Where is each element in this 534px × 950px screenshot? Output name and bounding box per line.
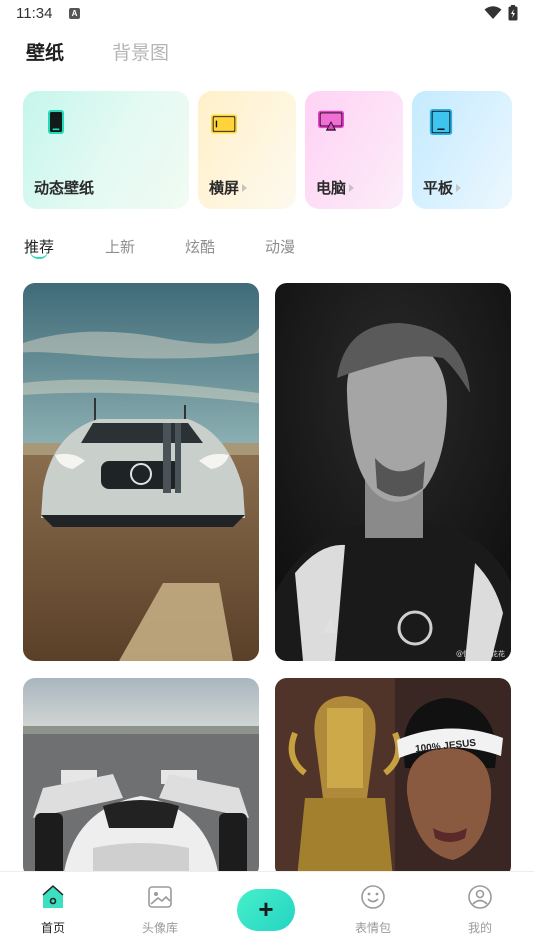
smiley-icon <box>361 885 385 909</box>
arrow-right-icon <box>349 183 355 192</box>
nav-profile-label: 我的 <box>467 921 492 935</box>
category-label: 平板 <box>423 177 462 198</box>
bottom-navigation: 首页 头像库 + 表情包 我的 <box>0 871 534 950</box>
home-icon <box>42 885 64 908</box>
tab-cool[interactable]: 炫酷 <box>185 236 215 257</box>
plus-icon: + <box>258 894 274 924</box>
nav-home[interactable]: 首页 <box>13 872 93 950</box>
category-landscape[interactable]: 横屏 <box>198 91 296 209</box>
tab-background[interactable]: 背景图 <box>112 38 169 65</box>
sub-tabs: 推荐 上新 炫酷 动漫 <box>0 236 534 266</box>
wallpaper-trophy-player[interactable]: 100% JESUS <box>275 678 511 878</box>
landscape-icon <box>211 114 237 134</box>
category-label: 动态壁纸 <box>34 179 95 197</box>
nav-profile[interactable]: 我的 <box>440 872 520 950</box>
category-tablet[interactable]: 平板 <box>412 91 512 209</box>
image-icon <box>148 886 172 908</box>
phone-icon <box>48 110 64 134</box>
wallpaper-supercar-runway[interactable] <box>23 678 259 878</box>
wallpaper-car[interactable] <box>23 283 259 661</box>
status-time: 11:34 <box>16 5 53 22</box>
nav-stickers[interactable]: 表情包 <box>333 872 413 950</box>
nav-avatar-library-label: 头像库 <box>141 921 178 935</box>
status-bar: 11:34 A <box>0 0 534 30</box>
battery-icon <box>508 5 518 21</box>
tab-new[interactable]: 上新 <box>105 236 135 257</box>
desktop-icon <box>318 110 344 131</box>
add-button[interactable]: + <box>237 889 295 931</box>
trophy-wallpaper-image: 100% JESUS <box>275 678 511 878</box>
wallpaper-football-player[interactable]: @懂小球的花花 <box>275 283 511 661</box>
watermark-text: @懂小球的花花 <box>456 650 505 658</box>
nav-home-label: 首页 <box>40 921 65 935</box>
nav-stickers-label: 表情包 <box>354 921 391 935</box>
category-desktop[interactable]: 电脑 <box>305 91 403 209</box>
tab-anime[interactable]: 动漫 <box>265 236 295 257</box>
top-tabs: 壁纸 背景图 <box>0 38 534 72</box>
category-dynamic-wallpaper[interactable]: 动态壁纸 <box>23 91 189 209</box>
car-wallpaper-image <box>23 283 259 661</box>
arrow-right-icon <box>456 183 462 192</box>
nav-avatar-library[interactable]: 头像库 <box>120 872 200 950</box>
tab-wallpaper[interactable]: 壁纸 <box>26 38 64 65</box>
supercar-wallpaper-image <box>23 678 259 878</box>
tablet-icon <box>429 109 453 135</box>
wifi-icon <box>484 6 502 19</box>
player-wallpaper-image <box>275 283 511 661</box>
a-letter-icon: A <box>69 8 80 19</box>
user-icon <box>468 885 492 909</box>
category-label: 横屏 <box>209 177 248 198</box>
category-label: 电脑 <box>316 177 355 198</box>
arrow-right-icon <box>242 183 248 192</box>
